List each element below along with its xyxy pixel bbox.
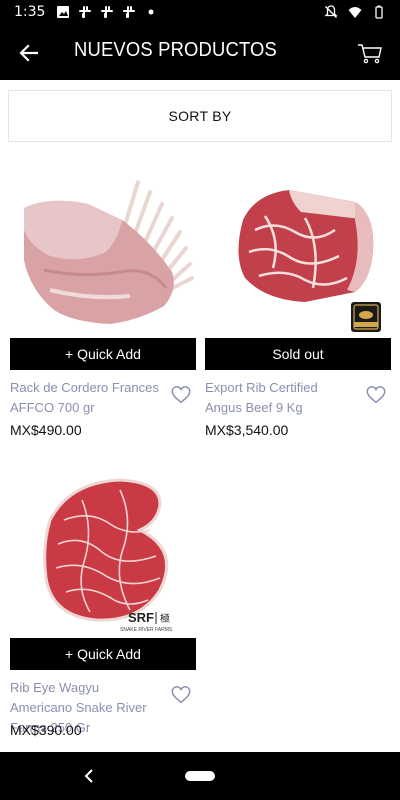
product-name[interactable]: Export Rib Certified Angus Beef 9 Kg (205, 378, 357, 418)
arrow-back-icon (19, 44, 39, 62)
image-icon (57, 6, 69, 18)
dot-icon (148, 9, 154, 15)
heart-outline-icon[interactable] (365, 384, 387, 406)
system-icons (324, 5, 386, 19)
rib-eye-image: SRF 極 SNAKE RIVER FARMS (43, 478, 173, 633)
sort-by-label: SORT BY (168, 108, 232, 124)
srf-logo-text: SRF (128, 610, 154, 625)
notification-icons (56, 5, 158, 19)
srf-logo: SRF 極 SNAKE RIVER FARMS (120, 610, 173, 633)
product-image-export-rib[interactable] (205, 160, 391, 338)
product-card[interactable]: Sold out Export Rib Certified Angus Beef… (205, 160, 391, 450)
product-image-lamb-rack[interactable] (10, 160, 196, 338)
nav-back-icon[interactable] (80, 766, 100, 786)
product-price: MX$490.00 (10, 422, 82, 438)
sold-out-button[interactable]: Sold out (205, 338, 391, 370)
system-nav-bar (0, 752, 400, 800)
product-image-rib-eye[interactable]: SRF 極 SNAKE RIVER FARMS (10, 460, 196, 638)
nav-home-pill[interactable] (185, 771, 215, 781)
cart-icon (358, 44, 382, 64)
status-bar: 1:35 (0, 0, 400, 25)
export-rib-image (238, 190, 381, 332)
slack-icon (123, 6, 135, 18)
lamb-rack-image (24, 180, 194, 324)
quick-add-button[interactable]: + Quick Add (10, 338, 196, 370)
svg-text:極: 極 (160, 612, 170, 625)
product-card[interactable]: + Quick Add Rack de Cordero Frances AFFC… (10, 160, 196, 450)
certified-angus-badge (351, 302, 381, 332)
page-title: NUEVOS PRODUCTOS (74, 39, 278, 61)
battery-icon (375, 5, 383, 19)
cart-button[interactable] (356, 39, 384, 67)
wifi-icon (348, 7, 362, 18)
product-price: MX$390.00 (10, 722, 82, 738)
product-name[interactable]: Rack de Cordero Frances AFFCO 700 gr (10, 378, 162, 418)
app-bar: NUEVOS PRODUCTOS (0, 25, 400, 80)
product-card[interactable]: SRF 極 SNAKE RIVER FARMS + Quick Add Rib … (10, 460, 196, 750)
heart-outline-icon[interactable] (170, 684, 192, 706)
sort-by-button[interactable]: SORT BY (8, 90, 392, 142)
quick-add-button[interactable]: + Quick Add (10, 638, 196, 670)
mute-icon (324, 5, 338, 18)
slack-icon (79, 6, 91, 18)
slack-icon (101, 6, 113, 18)
heart-outline-icon[interactable] (170, 384, 192, 406)
srf-logo-subtext: SNAKE RIVER FARMS (120, 627, 173, 633)
product-price: MX$3,540.00 (205, 422, 289, 438)
status-time: 1:35 (14, 4, 46, 20)
back-button[interactable] (14, 38, 44, 68)
